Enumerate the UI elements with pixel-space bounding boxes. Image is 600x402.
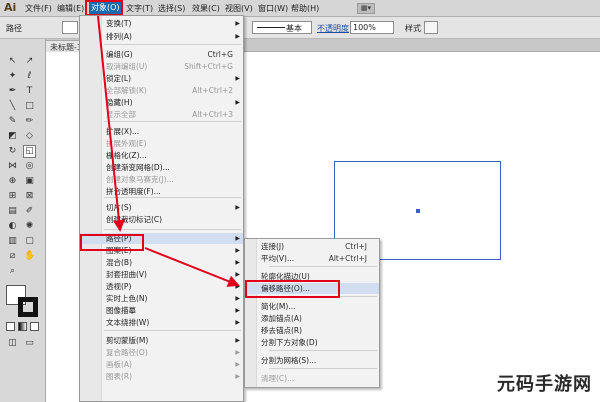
- annotation-arrows: [97, 15, 240, 287]
- arrow-path-to-offset: [144, 247, 240, 287]
- arrow-object-to-path: [97, 15, 125, 232]
- watermark: 元码手游网: [497, 374, 592, 395]
